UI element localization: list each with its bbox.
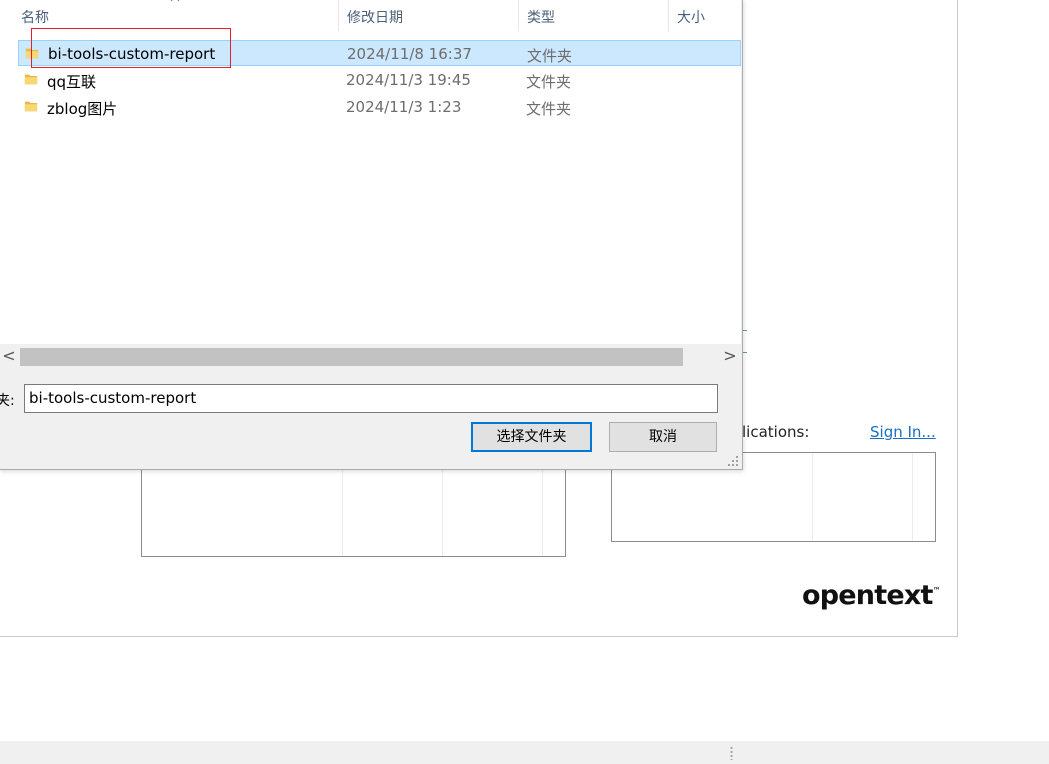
background-link-fragment [743,330,747,331]
folder-icon [25,48,39,59]
cancel-button[interactable]: 取消 [609,422,717,452]
column-header-row: 名称 修改日期 类型 大小 [0,0,741,31]
bottom-status-bar [0,741,1049,764]
sign-in-link[interactable]: Sign In... [870,423,936,441]
select-folder-button[interactable]: 选择文件夹 [471,422,592,452]
file-row[interactable]: qq互联 2024/11/3 19:45 文件夹 [18,67,741,93]
column-header-name[interactable]: 名称 [21,7,49,27]
opentext-logo: opentext™ [802,580,941,611]
folder-icon [24,101,38,112]
scroll-right-icon[interactable]: > [721,344,739,370]
file-list-pane: 名称 修改日期 类型 大小 bi-tools-custom-report 202… [0,0,741,344]
column-separator[interactable] [518,0,519,31]
file-modified-date: 2024/11/3 1:23 [346,98,462,116]
logo-trademark: ™ [932,586,941,595]
file-type: 文件夹 [527,47,573,65]
logo-text: opentext [802,580,933,611]
file-row[interactable]: zblog图片 2024/11/3 1:23 文件夹 [18,94,741,120]
applications-label: lications: [742,423,810,441]
sort-up-icon [170,0,180,2]
column-divider [342,461,343,556]
file-name: zblog图片 [47,100,118,118]
column-divider [912,453,913,541]
folder-icon [24,74,38,85]
file-name: bi-tools-custom-report [48,45,216,63]
column-separator[interactable] [338,0,339,31]
horizontal-scrollbar[interactable]: < > [0,344,741,370]
column-divider [542,461,543,556]
file-modified-date: 2024/11/8 16:37 [347,45,472,63]
column-divider [812,453,813,541]
file-type: 文件夹 [526,73,572,91]
background-list-box-left [141,460,566,557]
column-header-modified[interactable]: 修改日期 [347,7,403,27]
file-row[interactable]: bi-tools-custom-report 2024/11/8 16:37 文… [18,40,741,66]
scrollbar-thumb[interactable] [20,348,683,366]
splitter-grip-icon[interactable] [730,746,733,760]
folder-field-label: 夹: [0,393,15,409]
select-folder-dialog: 名称 修改日期 类型 大小 bi-tools-custom-report 202… [0,0,743,470]
file-type: 文件夹 [526,100,572,118]
background-link-fragment [743,352,747,353]
folder-name-input[interactable]: bi-tools-custom-report [24,384,718,413]
scroll-left-icon[interactable]: < [0,344,18,370]
column-divider [442,461,443,556]
file-name: qq互联 [47,73,97,91]
column-header-size[interactable]: 大小 [677,7,705,27]
column-header-type[interactable]: 类型 [527,7,555,27]
column-separator[interactable] [668,0,669,31]
file-modified-date: 2024/11/3 19:45 [346,71,471,89]
resize-grip-icon[interactable] [727,455,739,467]
